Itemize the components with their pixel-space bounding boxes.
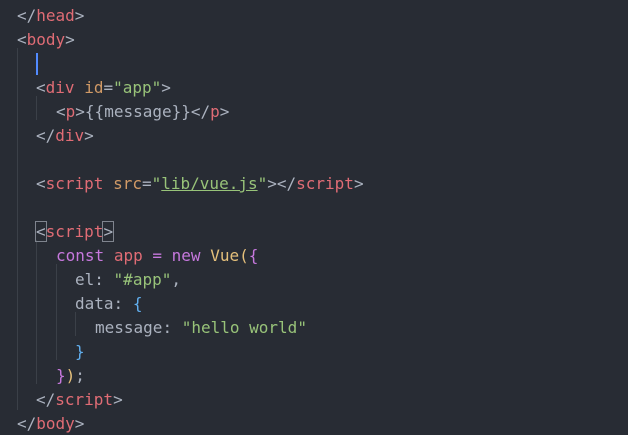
token: script	[296, 174, 354, 193]
token: ,	[171, 270, 181, 289]
token: script	[45, 174, 104, 193]
token: id	[84, 78, 104, 97]
token: =	[141, 174, 152, 193]
token: <	[56, 102, 66, 121]
token: =	[152, 246, 162, 265]
token: >	[353, 174, 364, 193]
token: body	[26, 30, 66, 49]
code-line-data[interactable]: data: {	[75, 292, 142, 316]
indent-guide	[36, 240, 37, 384]
token: body	[36, 414, 75, 433]
token: data	[75, 294, 114, 313]
token: {{message}}	[84, 102, 191, 121]
token: script	[45, 222, 104, 241]
token: </	[36, 126, 56, 145]
token: >	[65, 30, 75, 49]
indent-guide	[56, 264, 57, 360]
code-line-div-open[interactable]: <div id="app">	[36, 76, 171, 100]
token: :	[113, 294, 124, 313]
code-line-el[interactable]: el: "#app",	[75, 268, 181, 292]
bracket-match-highlight: <	[35, 221, 47, 242]
token: app	[113, 246, 143, 265]
code-line-data-close[interactable]: }	[75, 340, 85, 364]
code-line-message[interactable]: message: "hello world"	[95, 316, 307, 340]
code-line-script-src[interactable]: <script src="lib/vue.js"></script>	[36, 172, 364, 196]
token: script	[55, 390, 114, 409]
token: "	[151, 174, 162, 193]
code-line-paragraph[interactable]: <p>{{message}}</p>	[56, 100, 229, 124]
token: "app"	[113, 78, 162, 97]
token: {	[248, 246, 259, 265]
token: <	[36, 174, 46, 193]
token: el	[75, 270, 95, 289]
text-cursor	[36, 53, 38, 75]
token: new	[171, 246, 201, 265]
indent-guide	[17, 48, 18, 410]
token: >	[74, 6, 85, 25]
token: >	[84, 126, 94, 145]
code-line-div-close[interactable]: </div>	[36, 124, 94, 148]
token: }	[56, 366, 66, 385]
token: message	[95, 318, 163, 337]
token: >	[267, 174, 277, 193]
code-line-script-close[interactable]: </script>	[36, 388, 123, 412]
token: :	[162, 318, 173, 337]
token: </	[17, 6, 37, 25]
token: :	[94, 270, 104, 289]
token: "	[257, 174, 268, 193]
token: >	[219, 102, 230, 121]
token: p	[210, 102, 220, 121]
token: >	[74, 414, 85, 433]
code-line-body-close[interactable]: </body>	[17, 412, 84, 435]
token: ;	[75, 366, 85, 385]
code-line-head-close[interactable]: </head>	[17, 4, 84, 28]
token: </	[190, 102, 211, 121]
code-line-vue-close[interactable]: });	[56, 364, 85, 388]
token: >	[161, 78, 171, 97]
token: <	[36, 78, 46, 97]
token: (	[239, 246, 249, 265]
token: <	[17, 30, 27, 49]
token: "#app"	[113, 270, 172, 289]
token: Vue	[210, 246, 240, 265]
token: head	[36, 6, 75, 25]
token: </	[276, 174, 297, 193]
token: p	[65, 102, 76, 121]
bracket-match-highlight: >	[102, 221, 115, 242]
code-line-body-open[interactable]: <body>	[17, 28, 75, 52]
token: {	[132, 294, 143, 313]
token: }	[75, 342, 85, 361]
token: =	[103, 78, 114, 97]
token: </	[36, 390, 56, 409]
code-editor[interactable]: </head> <body> <div id="app"> <p>{{messa…	[0, 0, 628, 435]
token: src	[113, 174, 142, 193]
code-line-script-open[interactable]: <script>	[35, 220, 115, 244]
token: </	[17, 414, 37, 433]
token: )	[65, 366, 76, 385]
token: >	[113, 390, 123, 409]
token: "hello world"	[181, 318, 307, 337]
token: div	[45, 78, 75, 97]
token: >	[75, 102, 85, 121]
code-line-const-app[interactable]: const app = new Vue({	[56, 244, 258, 268]
script-src-link[interactable]: lib/vue.js	[161, 174, 257, 193]
token: const	[56, 246, 105, 265]
token: div	[55, 126, 85, 145]
